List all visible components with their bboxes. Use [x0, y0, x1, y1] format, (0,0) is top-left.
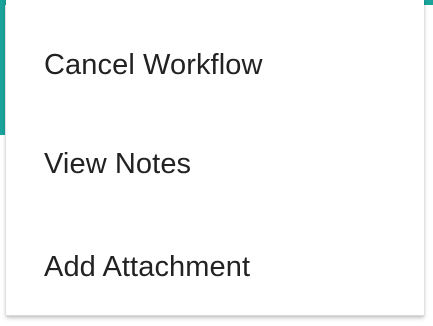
accent-bar-left	[0, 0, 5, 135]
context-menu: Cancel Workflow View Notes Add Attachmen…	[6, 0, 424, 316]
menu-item-label: Cancel Workflow	[44, 48, 263, 81]
menu-item-label: View Notes	[44, 147, 192, 180]
menu-item-cancel-workflow[interactable]: Cancel Workflow	[6, 18, 424, 112]
menu-item-view-notes[interactable]: View Notes	[6, 112, 424, 216]
screen: Cancel Workflow View Notes Add Attachmen…	[0, 0, 433, 326]
menu-item-add-attachment[interactable]: Add Attachment	[6, 216, 424, 318]
menu-item-label: Add Attachment	[44, 250, 251, 283]
